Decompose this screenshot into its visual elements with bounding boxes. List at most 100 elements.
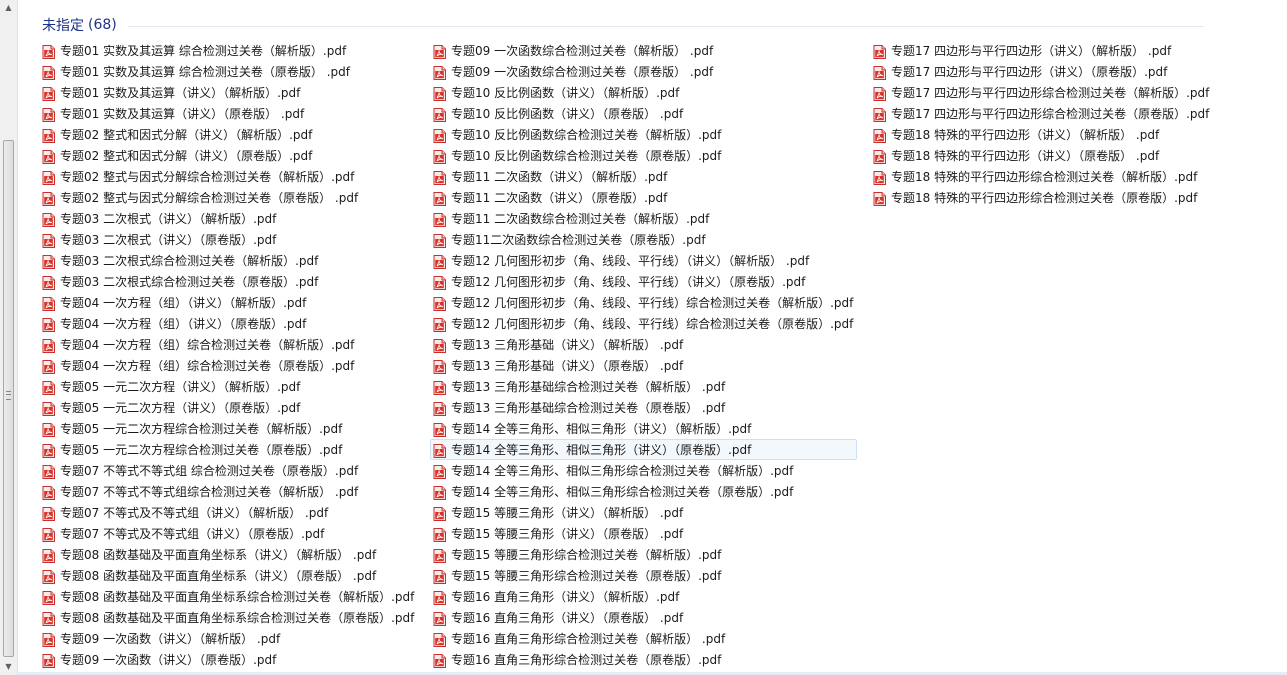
file-item[interactable]: 专题01 实数及其运算 综合检测过关卷（原卷版） .pdf — [39, 61, 418, 82]
file-item[interactable]: 专题12 几何图形初步（角、线段、平行线）（讲义）（解析版） .pdf — [430, 250, 857, 271]
file-item[interactable]: 专题10 反比例函数综合检测过关卷（原卷版）.pdf — [430, 145, 857, 166]
file-name: 专题07 不等式及不等式组（讲义）（原卷版）.pdf — [60, 527, 325, 541]
file-item[interactable]: 专题05 一元二次方程综合检测过关卷（原卷版）.pdf — [39, 439, 418, 460]
file-item[interactable]: 专题12 几何图形初步（角、线段、平行线）综合检测过关卷（解析版）.pdf — [430, 292, 857, 313]
file-item[interactable]: 专题13 三角形基础综合检测过关卷（解析版） .pdf — [430, 376, 857, 397]
file-item[interactable]: 专题09 一次函数（讲义）（原卷版）.pdf — [39, 649, 418, 670]
file-name: 专题11 二次函数（讲义）（解析版）.pdf — [451, 170, 668, 184]
file-item[interactable]: 专题01 实数及其运算（讲义）（解析版）.pdf — [39, 82, 418, 103]
file-item[interactable]: 专题17 四边形与平行四边形（讲义）（原卷版）.pdf — [870, 61, 1213, 82]
file-item[interactable]: 专题02 整式和因式分解（讲义）（原卷版）.pdf — [39, 145, 418, 166]
pdf-file-icon — [433, 527, 446, 542]
file-name: 专题16 直角三角形综合检测过关卷（解析版） .pdf — [451, 632, 726, 646]
scroll-up-arrow-icon[interactable]: ▲ — [0, 0, 17, 16]
file-item[interactable]: 专题03 二次根式综合检测过关卷（解析版）.pdf — [39, 250, 418, 271]
file-name: 专题10 反比例函数（讲义）（原卷版） .pdf — [451, 107, 684, 121]
file-item[interactable]: 专题14 全等三角形、相似三角形综合检测过关卷（解析版）.pdf — [430, 460, 857, 481]
file-item[interactable]: 专题16 直角三角形（讲义）（原卷版） .pdf — [430, 607, 857, 628]
file-item[interactable]: 专题07 不等式及不等式组（讲义）（解析版） .pdf — [39, 502, 418, 523]
file-item[interactable]: 专题08 函数基础及平面直角坐标系（讲义）（解析版） .pdf — [39, 544, 418, 565]
file-item[interactable]: 专题12 几何图形初步（角、线段、平行线）综合检测过关卷（原卷版）.pdf — [430, 313, 857, 334]
file-item[interactable]: 专题08 函数基础及平面直角坐标系（讲义）（原卷版） .pdf — [39, 565, 418, 586]
file-item[interactable]: 专题15 等腰三角形（讲义）（解析版） .pdf — [430, 502, 857, 523]
file-item[interactable]: 专题04 一次方程（组）（讲义）（原卷版）.pdf — [39, 313, 418, 334]
file-item[interactable]: 专题16 直角三角形综合检测过关卷（解析版） .pdf — [430, 628, 857, 649]
pdf-file-icon — [873, 86, 886, 101]
file-item[interactable]: 专题16 直角三角形（讲义）（解析版）.pdf — [430, 586, 857, 607]
file-name: 专题13 三角形基础（讲义）（解析版） .pdf — [451, 338, 684, 352]
file-name: 专题03 二次根式（讲义）（原卷版）.pdf — [60, 233, 277, 247]
file-item[interactable]: 专题07 不等式不等式组综合检测过关卷（解析版） .pdf — [39, 481, 418, 502]
file-column-3: 专题17 四边形与平行四边形（讲义）（解析版） .pdf 专题17 四边形与平行四… — [870, 40, 1213, 208]
file-item[interactable]: 专题03 二次根式（讲义）（原卷版）.pdf — [39, 229, 418, 250]
file-item[interactable]: 专题13 三角形基础（讲义）（原卷版） .pdf — [430, 355, 857, 376]
group-header[interactable]: 未指定 (68) — [42, 14, 117, 36]
file-name: 专题11二次函数综合检测过关卷（原卷版）.pdf — [451, 233, 706, 247]
file-item[interactable]: 专题01 实数及其运算 综合检测过关卷（解析版）.pdf — [39, 40, 418, 61]
file-item[interactable]: 专题09 一次函数综合检测过关卷（解析版） .pdf — [430, 40, 857, 61]
pdf-file-icon — [42, 443, 55, 458]
file-item[interactable]: 专题09 一次函数（讲义）（解析版） .pdf — [39, 628, 418, 649]
file-item[interactable]: 专题11二次函数综合检测过关卷（原卷版）.pdf — [430, 229, 857, 250]
file-item[interactable]: 专题15 等腰三角形综合检测过关卷（解析版）.pdf — [430, 544, 857, 565]
file-item[interactable]: 专题17 四边形与平行四边形综合检测过关卷（解析版）.pdf — [870, 82, 1213, 103]
file-item[interactable]: 专题05 一元二次方程综合检测过关卷（解析版）.pdf — [39, 418, 418, 439]
file-item[interactable]: 专题02 整式和因式分解（讲义）（解析版）.pdf — [39, 124, 418, 145]
file-item[interactable]: 专题10 反比例函数（讲义）（原卷版） .pdf — [430, 103, 857, 124]
file-item[interactable]: 专题08 函数基础及平面直角坐标系综合检测过关卷（原卷版）.pdf — [39, 607, 418, 628]
file-item[interactable]: 专题07 不等式及不等式组（讲义）（原卷版）.pdf — [39, 523, 418, 544]
file-item[interactable]: 专题10 反比例函数（讲义）（解析版）.pdf — [430, 82, 857, 103]
file-item[interactable]: 专题18 特殊的平行四边形综合检测过关卷（解析版）.pdf — [870, 166, 1213, 187]
file-name: 专题10 反比例函数（讲义）（解析版）.pdf — [451, 86, 680, 100]
file-item[interactable]: 专题03 二次根式综合检测过关卷（原卷版）.pdf — [39, 271, 418, 292]
file-item[interactable]: 专题18 特殊的平行四边形综合检测过关卷（原卷版）.pdf — [870, 187, 1213, 208]
file-item[interactable]: 专题05 一元二次方程（讲义）（解析版）.pdf — [39, 376, 418, 397]
file-name: 专题05 一元二次方程综合检测过关卷（解析版）.pdf — [60, 422, 343, 436]
pdf-file-icon — [42, 422, 55, 437]
file-item[interactable]: 专题02 整式与因式分解综合检测过关卷（原卷版） .pdf — [39, 187, 418, 208]
file-name: 专题15 等腰三角形（讲义）（解析版） .pdf — [451, 506, 684, 520]
vertical-scrollbar[interactable]: ▲ ▼ — [0, 0, 18, 675]
pdf-file-icon — [433, 233, 446, 248]
file-item[interactable]: 专题11 二次函数（讲义）（原卷版）.pdf — [430, 187, 857, 208]
scroll-down-arrow-icon[interactable]: ▼ — [0, 659, 17, 675]
file-item[interactable]: 专题10 反比例函数综合检测过关卷（解析版）.pdf — [430, 124, 857, 145]
file-item[interactable]: 专题14 全等三角形、相似三角形（讲义）（原卷版）.pdf — [430, 439, 858, 460]
file-name: 专题08 函数基础及平面直角坐标系（讲义）（原卷版） .pdf — [60, 569, 377, 583]
file-item[interactable]: 专题09 一次函数综合检测过关卷（原卷版） .pdf — [430, 61, 857, 82]
file-item[interactable]: 专题11 二次函数综合检测过关卷（解析版）.pdf — [430, 208, 857, 229]
file-item[interactable]: 专题13 三角形基础（讲义）（解析版） .pdf — [430, 334, 857, 355]
file-item[interactable]: 专题04 一次方程（组）综合检测过关卷（原卷版）.pdf — [39, 355, 418, 376]
file-item[interactable]: 专题11 二次函数（讲义）（解析版）.pdf — [430, 166, 857, 187]
file-item[interactable]: 专题12 几何图形初步（角、线段、平行线）（讲义）（原卷版）.pdf — [430, 271, 857, 292]
file-name: 专题18 特殊的平行四边形（讲义）（原卷版） .pdf — [891, 149, 1160, 163]
file-item[interactable]: 专题14 全等三角形、相似三角形（讲义）（解析版）.pdf — [430, 418, 857, 439]
file-item[interactable]: 专题05 一元二次方程（讲义）（原卷版）.pdf — [39, 397, 418, 418]
file-name: 专题13 三角形基础综合检测过关卷（原卷版） .pdf — [451, 401, 726, 415]
file-item[interactable]: 专题01 实数及其运算（讲义）（原卷版） .pdf — [39, 103, 418, 124]
file-name: 专题04 一次方程（组）（讲义）（解析版）.pdf — [60, 296, 307, 310]
file-item[interactable]: 专题15 等腰三角形综合检测过关卷（原卷版）.pdf — [430, 565, 857, 586]
file-item[interactable]: 专题02 整式与因式分解综合检测过关卷（解析版）.pdf — [39, 166, 418, 187]
file-item[interactable]: 专题18 特殊的平行四边形（讲义）（解析版） .pdf — [870, 124, 1213, 145]
file-item[interactable]: 专题03 二次根式（讲义）（解析版）.pdf — [39, 208, 418, 229]
file-item[interactable]: 专题18 特殊的平行四边形（讲义）（原卷版） .pdf — [870, 145, 1213, 166]
file-name: 专题15 等腰三角形（讲义）（原卷版） .pdf — [451, 527, 684, 541]
pdf-file-icon — [42, 107, 55, 122]
file-item[interactable]: 专题08 函数基础及平面直角坐标系综合检测过关卷（解析版）.pdf — [39, 586, 418, 607]
pdf-file-icon — [42, 401, 55, 416]
file-item[interactable]: 专题16 直角三角形综合检测过关卷（原卷版）.pdf — [430, 649, 857, 670]
file-item[interactable]: 专题17 四边形与平行四边形综合检测过关卷（原卷版）.pdf — [870, 103, 1213, 124]
file-name: 专题16 直角三角形（讲义）（原卷版） .pdf — [451, 611, 684, 625]
scrollbar-thumb[interactable] — [3, 140, 14, 657]
group-count: (68) — [88, 17, 117, 33]
pdf-file-icon — [433, 317, 446, 332]
file-item[interactable]: 专题13 三角形基础综合检测过关卷（原卷版） .pdf — [430, 397, 857, 418]
file-item[interactable]: 专题04 一次方程（组）（讲义）（解析版）.pdf — [39, 292, 418, 313]
file-item[interactable]: 专题04 一次方程（组）综合检测过关卷（解析版）.pdf — [39, 334, 418, 355]
pdf-file-icon — [42, 527, 55, 542]
file-item[interactable]: 专题14 全等三角形、相似三角形综合检测过关卷（原卷版）.pdf — [430, 481, 857, 502]
file-item[interactable]: 专题07 不等式不等式组 综合检测过关卷（原卷版）.pdf — [39, 460, 418, 481]
file-item[interactable]: 专题15 等腰三角形（讲义）（原卷版） .pdf — [430, 523, 857, 544]
file-item[interactable]: 专题17 四边形与平行四边形（讲义）（解析版） .pdf — [870, 40, 1213, 61]
